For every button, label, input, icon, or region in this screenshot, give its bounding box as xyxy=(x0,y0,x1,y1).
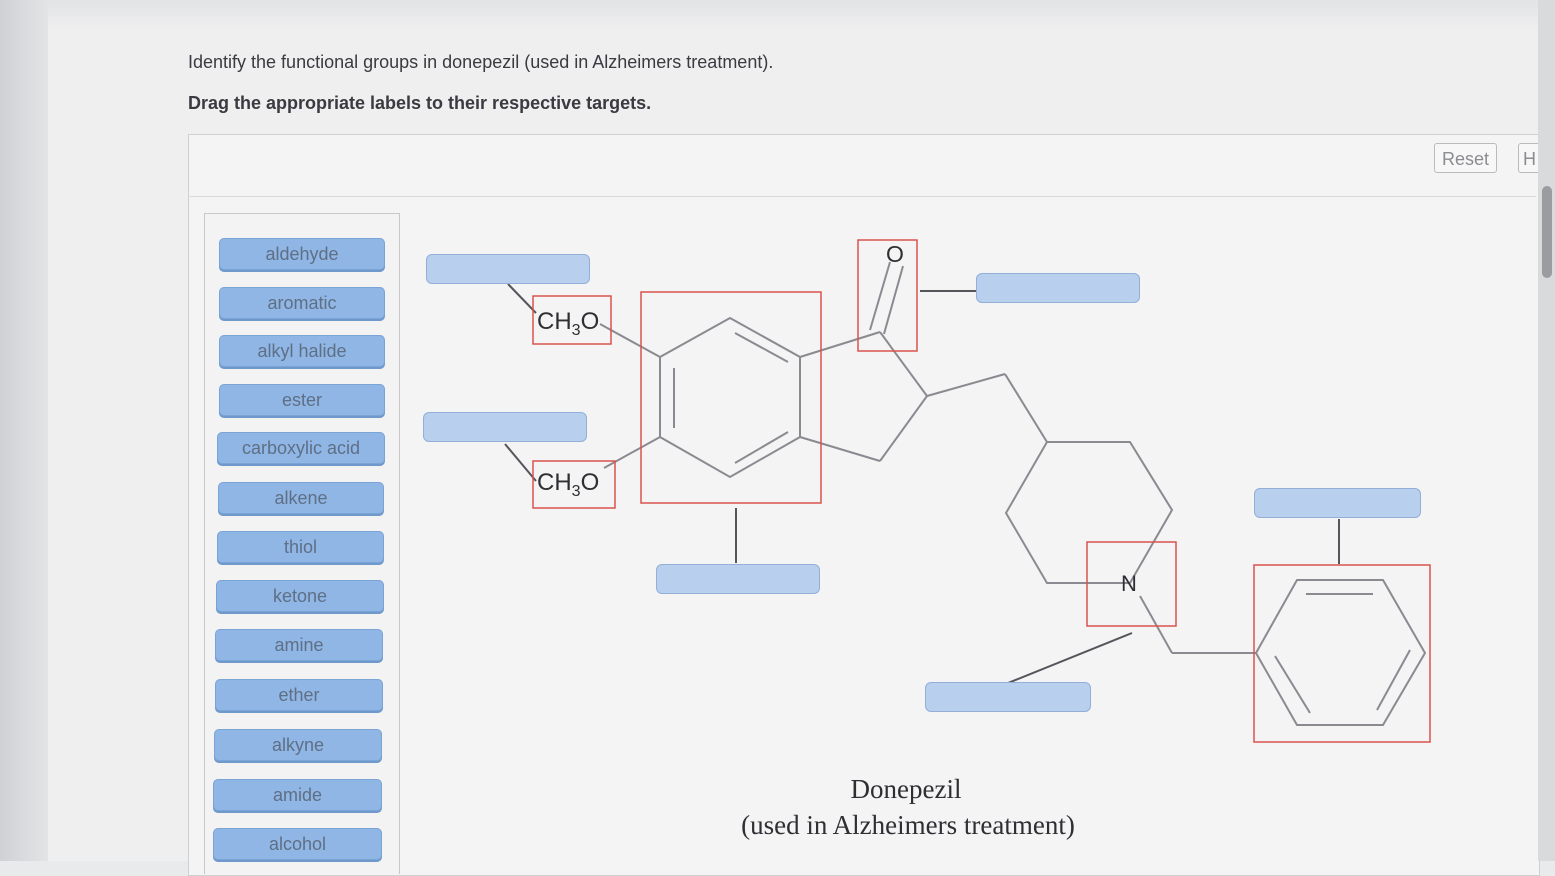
scrollbar-track[interactable] xyxy=(1538,0,1555,861)
drop-target-carbonyl[interactable] xyxy=(976,273,1140,303)
methoxy-top-label: CH3O xyxy=(537,308,599,339)
donepezil-structure: CH3O CH3O O N xyxy=(504,239,1431,743)
nitrogen-label: N xyxy=(1121,571,1137,596)
scrollbar-thumb[interactable] xyxy=(1542,186,1552,278)
molecule-subtitle: (used in Alzheimers treatment) xyxy=(741,810,1075,840)
drop-target-methoxy-top[interactable] xyxy=(426,254,590,284)
drop-target-benzene-left[interactable] xyxy=(656,564,820,594)
oxygen-label: O xyxy=(886,241,904,267)
drop-target-benzene-right[interactable] xyxy=(1254,488,1421,518)
drop-target-methoxy-bottom[interactable] xyxy=(423,412,587,442)
molecule-name: Donepezil xyxy=(850,774,962,804)
methoxy-bottom-label: CH3O xyxy=(537,469,599,500)
drop-target-nitrogen[interactable] xyxy=(925,682,1091,712)
